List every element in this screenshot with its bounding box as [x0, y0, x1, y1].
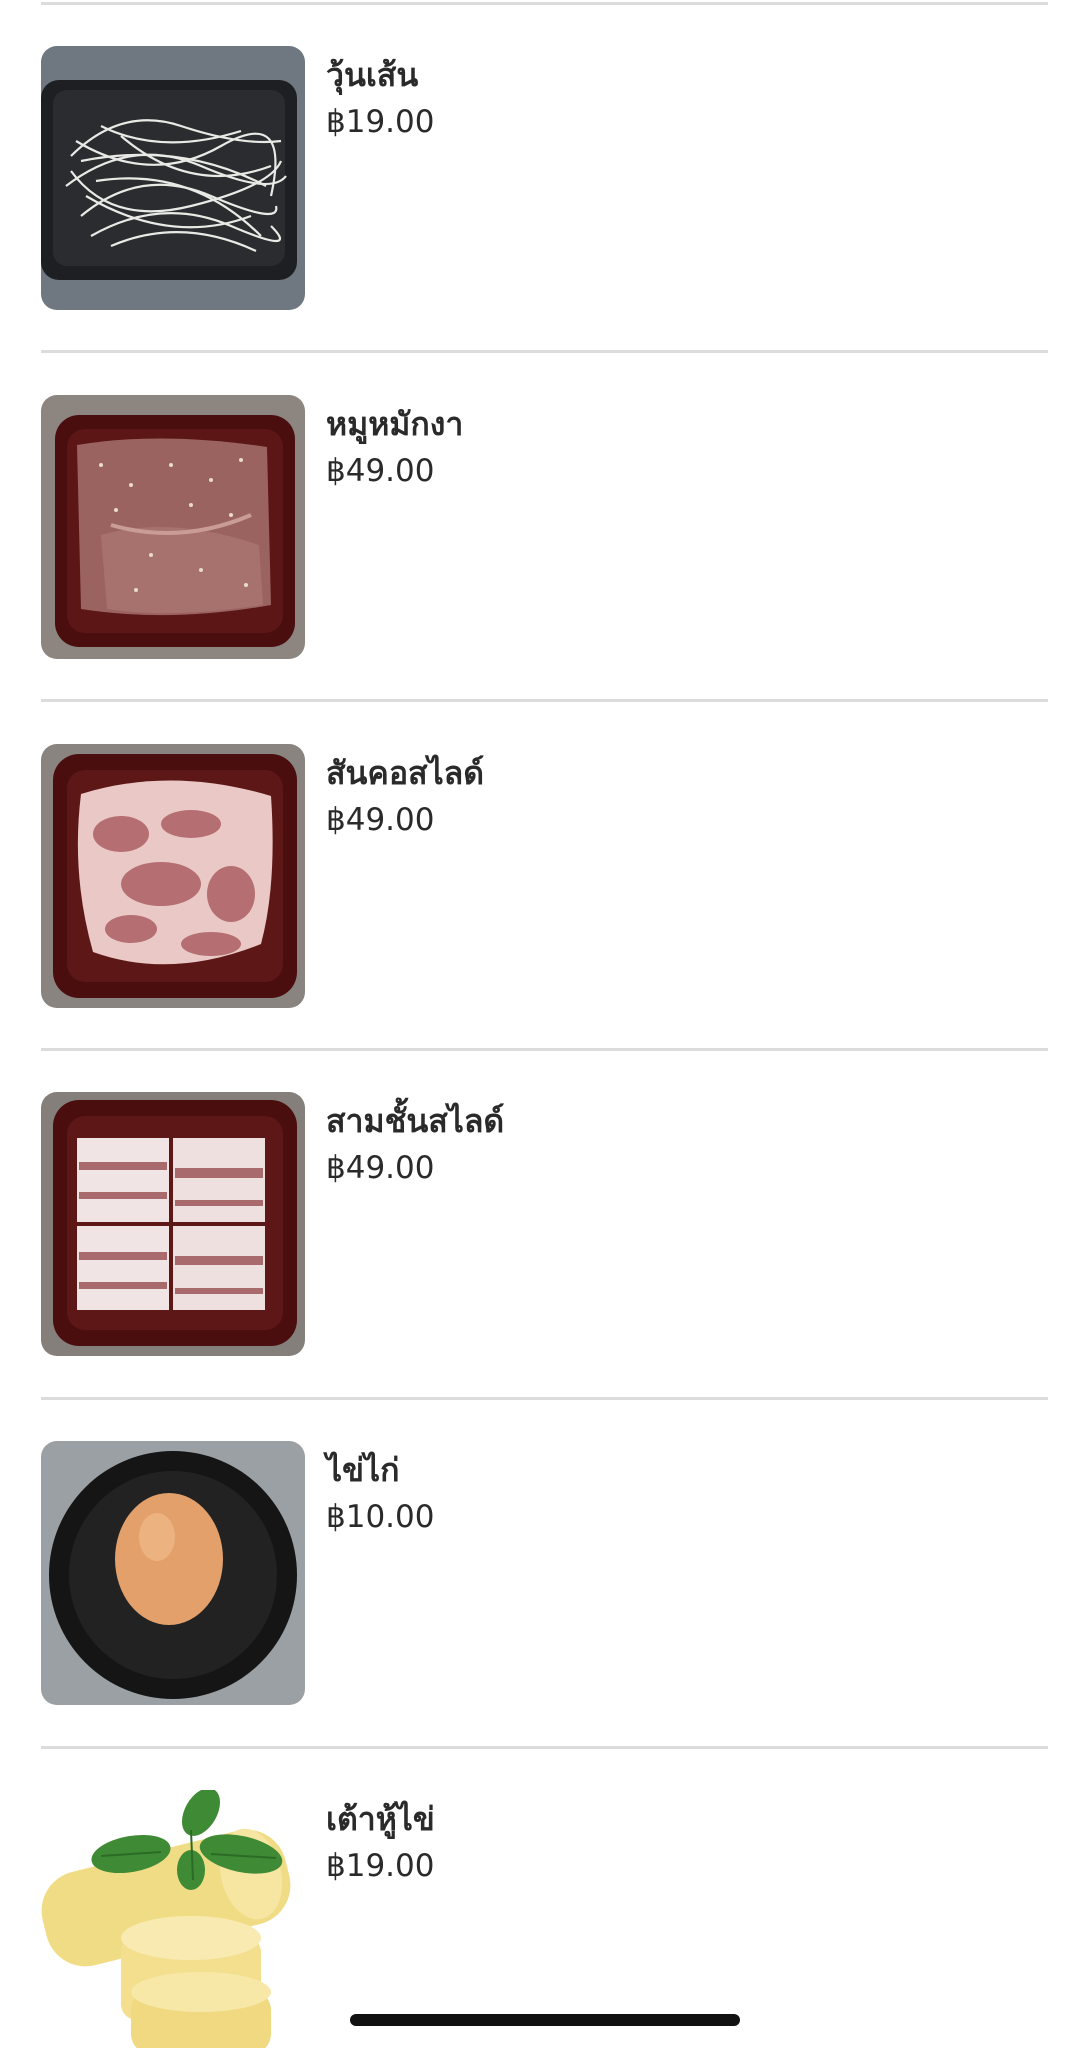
- pork-belly-slice-photo: [41, 1092, 305, 1356]
- sesame-pork-photo: [41, 395, 305, 659]
- item-price: ฿10.00: [326, 1499, 435, 1535]
- divider: [41, 1048, 1048, 1051]
- item-name: เต้าหู้ไข่: [326, 1800, 435, 1838]
- item-price: ฿19.00: [326, 1848, 435, 1884]
- divider: [41, 350, 1048, 353]
- egg-tofu-photo: [41, 1790, 305, 2048]
- menu-item-glass-noodles[interactable]: วุ้นเส้น ฿19.00: [41, 46, 1048, 310]
- glass-noodles-photo: [41, 46, 305, 310]
- chicken-egg-photo: [41, 1441, 305, 1705]
- divider: [41, 699, 1048, 702]
- divider: [41, 1397, 1048, 1400]
- pork-collar-slice-photo: [41, 744, 305, 1008]
- item-name: ไข่ไก่: [326, 1451, 400, 1489]
- item-price: ฿49.00: [326, 1150, 435, 1186]
- item-name: สามชั้นสไลด์: [326, 1102, 505, 1140]
- item-price: ฿19.00: [326, 104, 435, 140]
- divider: [41, 2, 1048, 5]
- menu-screen: วุ้นเส้น ฿19.00 หมูหมักงา ฿49.00 สันคอสไ…: [0, 0, 1085, 2048]
- divider: [41, 1746, 1048, 1749]
- item-price: ฿49.00: [326, 802, 435, 838]
- home-indicator[interactable]: [350, 2014, 740, 2026]
- item-name: สันคอสไลด์: [326, 754, 485, 792]
- item-name: หมูหมักงา: [326, 405, 464, 443]
- item-name: วุ้นเส้น: [326, 56, 419, 94]
- menu-item-egg-tofu[interactable]: เต้าหู้ไข่ ฿19.00: [41, 1790, 1048, 2048]
- menu-item-chicken-egg[interactable]: ไข่ไก่ ฿10.00: [41, 1441, 1048, 1705]
- menu-item-pork-collar-slice[interactable]: สันคอสไลด์ ฿49.00: [41, 744, 1048, 1008]
- menu-item-sesame-pork[interactable]: หมูหมักงา ฿49.00: [41, 395, 1048, 659]
- item-price: ฿49.00: [326, 453, 435, 489]
- menu-item-pork-belly-slice[interactable]: สามชั้นสไลด์ ฿49.00: [41, 1092, 1048, 1356]
